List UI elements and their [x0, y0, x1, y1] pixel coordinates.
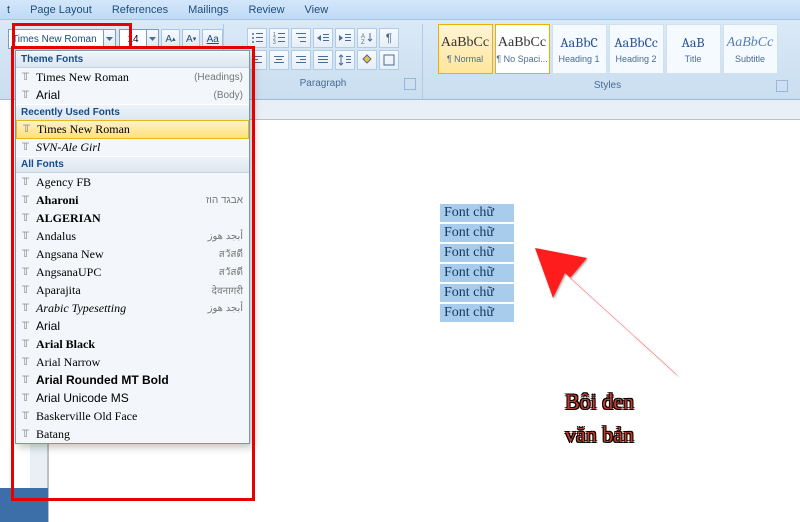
truetype-icon: 𝕋: [23, 124, 37, 135]
show-marks-button[interactable]: ¶: [379, 28, 399, 48]
style-title[interactable]: AaBTitle: [666, 24, 721, 74]
paragraph-launcher-icon[interactable]: [404, 78, 416, 90]
font-item-baskerville-old-face[interactable]: 𝕋Baskerville Old Face: [16, 407, 249, 425]
font-item-batang[interactable]: 𝕋Batang: [16, 425, 249, 443]
font-item-angsanaupc[interactable]: 𝕋AngsanaUPCสวัสดี: [16, 263, 249, 281]
tab-references[interactable]: References: [112, 4, 168, 16]
clear-formatting-button[interactable]: Aa: [202, 29, 223, 49]
font-item-aparajita[interactable]: 𝕋Aparajitaदेवनागरी: [16, 281, 249, 299]
theme-fonts-header: Theme Fonts: [16, 51, 249, 68]
sort-button[interactable]: AZ: [357, 28, 377, 48]
font-size-dropdown[interactable]: [147, 29, 159, 49]
font-item-arial-rounded-mt-bold[interactable]: 𝕋Arial Rounded MT Bold: [16, 371, 249, 389]
svg-text:3: 3: [273, 40, 276, 45]
style--normal[interactable]: AaBbCc¶ Normal: [438, 24, 493, 74]
doc-line[interactable]: Font chữ: [440, 244, 514, 262]
svg-text:Z: Z: [361, 40, 365, 45]
numbering-button[interactable]: 123: [269, 28, 289, 48]
tab-mailings[interactable]: Mailings: [188, 4, 228, 16]
shading-button[interactable]: [357, 50, 377, 70]
truetype-icon: 𝕋: [22, 195, 36, 206]
align-left-button[interactable]: [247, 50, 267, 70]
menubar: t Page Layout References Mailings Review…: [0, 0, 800, 20]
decrease-indent-button[interactable]: [313, 28, 333, 48]
truetype-icon: 𝕋: [22, 72, 36, 83]
styles-group-label: Styles: [594, 80, 621, 91]
truetype-icon: 𝕋: [22, 375, 36, 386]
font-item-arial[interactable]: 𝕋Arial(Body): [16, 86, 249, 104]
annotation-arrow-icon: [535, 248, 685, 378]
styles-group: AaBbCc¶ NormalAaBbCc¶ No Spaci...AaBbCHe…: [423, 24, 792, 99]
doc-line[interactable]: Font chữ: [440, 224, 514, 242]
font-item-arial-black[interactable]: 𝕋Arial Black: [16, 335, 249, 353]
tab-view[interactable]: View: [305, 4, 329, 16]
font-item-arial-narrow[interactable]: 𝕋Arial Narrow: [16, 353, 249, 371]
font-item-arial[interactable]: 𝕋Arial: [16, 317, 249, 335]
shrink-font-button[interactable]: A▾: [182, 29, 201, 49]
selected-text-block[interactable]: Font chữ Font chữ Font chữ Font chữ Font chữ…: [440, 204, 514, 324]
tab-page-layout[interactable]: Page Layout: [30, 4, 92, 16]
font-item-angsana-new[interactable]: 𝕋Angsana Newสวัสดี: [16, 245, 249, 263]
truetype-icon: 𝕋: [22, 429, 36, 440]
truetype-icon: 𝕋: [22, 411, 36, 422]
tab-insert-cut[interactable]: t: [7, 4, 10, 16]
recent-fonts-header: Recently Used Fonts: [16, 104, 249, 121]
font-item-times-new-roman[interactable]: 𝕋Times New Roman: [16, 120, 249, 139]
font-item-svn-ale-girl[interactable]: 𝕋SVN-Ale Girl: [16, 138, 249, 156]
line-spacing-button[interactable]: [335, 50, 355, 70]
paragraph-group-label: Paragraph: [300, 78, 347, 89]
doc-line[interactable]: Font chữ: [440, 304, 514, 322]
annotation-text: Bôi đenvăn bản: [565, 385, 634, 451]
bullets-button[interactable]: [247, 28, 267, 48]
paragraph-group: 123 AZ ¶ Paragraph: [223, 24, 423, 99]
font-size-input[interactable]: 14: [119, 29, 147, 49]
statusbar-fragment: [0, 488, 48, 522]
font-item-arial-unicode-ms[interactable]: 𝕋Arial Unicode MS: [16, 389, 249, 407]
doc-line[interactable]: Font chữ: [440, 284, 514, 302]
all-fonts-header: All Fonts: [16, 156, 249, 173]
doc-line[interactable]: Font chữ: [440, 264, 514, 282]
style--no-spaci-[interactable]: AaBbCc¶ No Spaci...: [495, 24, 550, 74]
truetype-icon: 𝕋: [22, 267, 36, 278]
style-heading-2[interactable]: AaBbCcHeading 2: [609, 24, 664, 74]
truetype-icon: 𝕋: [22, 339, 36, 350]
truetype-icon: 𝕋: [22, 177, 36, 188]
font-item-algerian[interactable]: 𝕋ALGERIAN: [16, 209, 249, 227]
font-item-times-new-roman[interactable]: 𝕋Times New Roman(Headings): [16, 68, 249, 86]
style-subtitle[interactable]: AaBbCcSubtitle: [723, 24, 778, 74]
truetype-icon: 𝕋: [22, 393, 36, 404]
truetype-icon: 𝕋: [22, 285, 36, 296]
font-item-arabic-typesetting[interactable]: 𝕋Arabic Typesettingأبجد هوز: [16, 299, 249, 317]
align-center-button[interactable]: [269, 50, 289, 70]
truetype-icon: 𝕋: [22, 142, 36, 153]
truetype-icon: 𝕋: [22, 303, 36, 314]
increase-indent-button[interactable]: [335, 28, 355, 48]
grow-font-button[interactable]: A▴: [161, 29, 180, 49]
align-right-button[interactable]: [291, 50, 311, 70]
font-dropdown-button[interactable]: [104, 29, 116, 49]
truetype-icon: 𝕋: [22, 231, 36, 242]
borders-button[interactable]: [379, 50, 399, 70]
justify-button[interactable]: [313, 50, 333, 70]
tab-review[interactable]: Review: [248, 4, 284, 16]
truetype-icon: 𝕋: [22, 249, 36, 260]
font-name-input[interactable]: Times New Roman: [8, 29, 104, 49]
font-item-aharoni[interactable]: 𝕋Aharoniאבגד הוז: [16, 191, 249, 209]
styles-launcher-icon[interactable]: [776, 80, 788, 92]
font-item-agency-fb[interactable]: 𝕋Agency FB: [16, 173, 249, 191]
truetype-icon: 𝕋: [22, 213, 36, 224]
style-heading-1[interactable]: AaBbCHeading 1: [552, 24, 607, 74]
multilevel-list-button[interactable]: [291, 28, 311, 48]
truetype-icon: 𝕋: [22, 321, 36, 332]
doc-line[interactable]: Font chữ: [440, 204, 514, 222]
font-dropdown-panel: Theme Fonts 𝕋Times New Roman(Headings)𝕋A…: [15, 50, 250, 444]
truetype-icon: 𝕋: [22, 90, 36, 101]
font-item-andalus[interactable]: 𝕋Andalusأبجد هوز: [16, 227, 249, 245]
truetype-icon: 𝕋: [22, 357, 36, 368]
